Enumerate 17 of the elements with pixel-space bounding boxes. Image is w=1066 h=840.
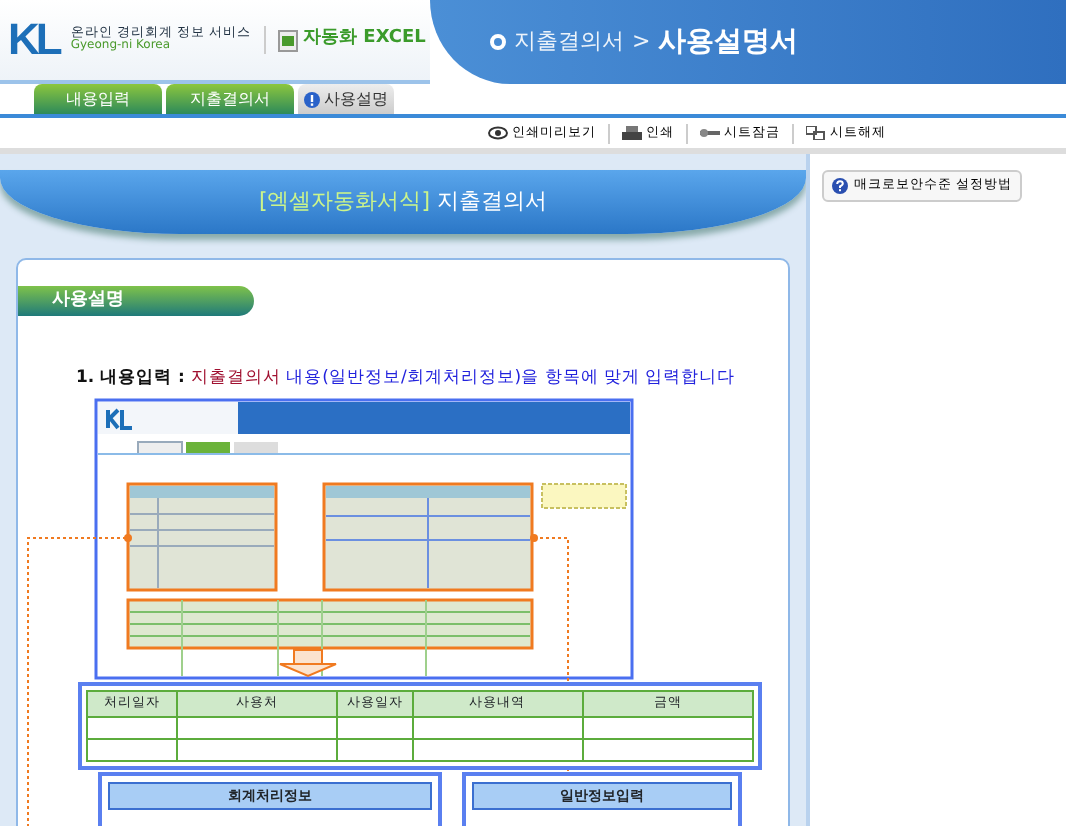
product-name: 자동화 EXCEL [303, 26, 426, 53]
tab[interactable]: 사용설명 [298, 84, 394, 114]
banner-title: [엑셀자동화서식] 지출결의서 [258, 185, 548, 218]
instruction-text: 1. 내용입력 : 지출결의서 내용(일반정보/회계처리정보)을 항목에 맞게 입력합니다 [76, 366, 738, 392]
section-title: 사용설명 [18, 286, 254, 316]
printer-icon [622, 126, 642, 140]
info-icon [304, 91, 320, 107]
spreadsheet-icon [277, 29, 298, 51]
sheet-icon [806, 126, 826, 140]
key-icon [700, 126, 720, 140]
help-icon [832, 177, 848, 194]
logo-mark: KL [8, 14, 59, 66]
page-title: 사용설명서 [658, 23, 799, 61]
breadcrumb-separator: > [632, 25, 651, 58]
breadcrumb-parent: 지출결의서 [514, 25, 624, 58]
eye-icon [488, 126, 508, 140]
bullet-icon [490, 34, 506, 50]
